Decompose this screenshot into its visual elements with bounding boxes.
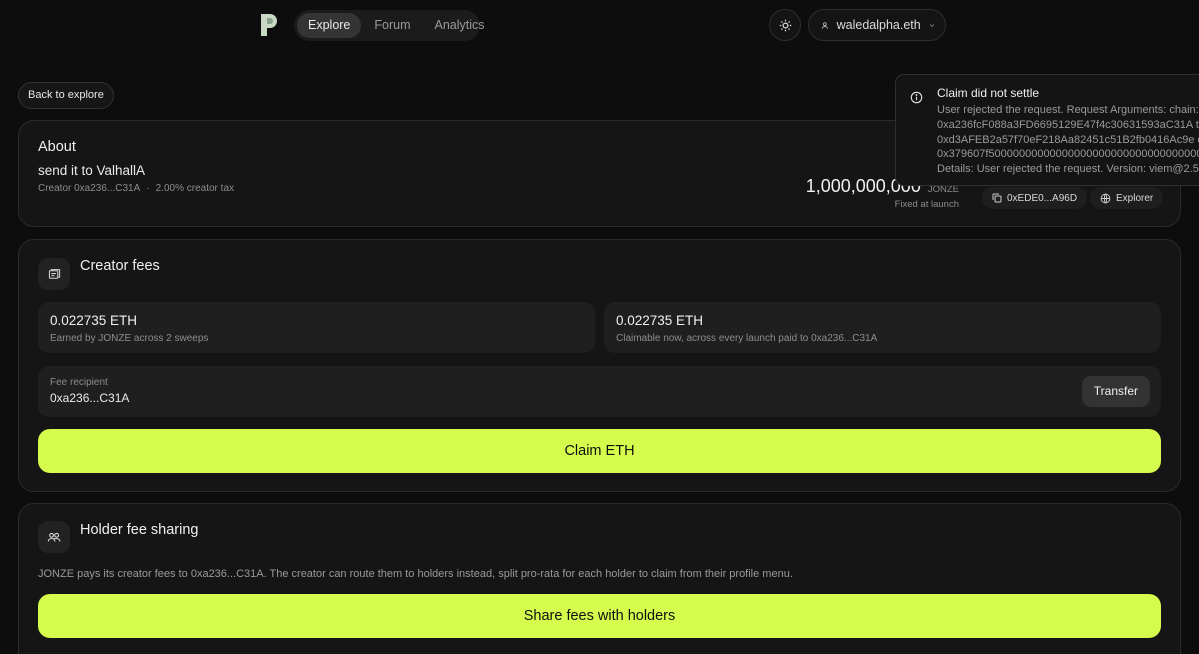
wallet-menu-button[interactable]: waledalpha.eth	[808, 9, 946, 41]
toast-title: Claim did not settle	[937, 86, 1040, 100]
about-title: About	[38, 139, 76, 155]
users-icon	[38, 521, 70, 553]
wallet-icon	[38, 258, 70, 290]
creator-tax: 2.00% creator tax	[155, 183, 234, 194]
toast-line: User rejected the request. Request Argum…	[937, 104, 1199, 116]
holder-sharing-description: JONZE pays its creator fees to 0xa236...…	[38, 568, 793, 580]
creator-address: Creator 0xa236...C31A	[38, 183, 141, 194]
toast-message: User rejected the request. Request Argum…	[937, 103, 1199, 177]
logo-icon[interactable]	[258, 12, 280, 38]
claimable-subtitle: Claimable now, across every launch paid …	[616, 333, 878, 344]
claimable-value: 0.022735 ETH	[616, 313, 704, 328]
earned-fees-panel: 0.022735 ETH Earned by JONZE across 2 sw…	[38, 302, 595, 353]
token-description: send it to ValhallA	[38, 163, 146, 178]
contract-address: 0xEDE0...A96D	[1007, 192, 1078, 204]
sun-icon	[779, 19, 791, 31]
top-bar: Explore Forum Analytics waledalpha.eth	[0, 0, 1199, 50]
nav-analytics[interactable]: Analytics	[424, 13, 496, 38]
toast-line: 0x379607f5000000000000000000000000000000…	[937, 148, 1199, 161]
error-toast[interactable]: Claim did not settle User rejected the r…	[895, 74, 1199, 186]
claimable-fees-panel: 0.022735 ETH Claimable now, across every…	[604, 302, 1161, 353]
creator-fees-title: Creator fees	[80, 258, 160, 274]
creator-fees-card: Creator fees 0.022735 ETH Earned by JONZ…	[18, 239, 1181, 492]
explorer-label: Explorer	[1116, 192, 1154, 204]
holder-fee-sharing-card: Holder fee sharing JONZE pays its creato…	[18, 503, 1181, 654]
copy-icon	[992, 193, 1002, 203]
share-fees-button[interactable]: Share fees with holders	[38, 594, 1161, 638]
fee-recipient-panel: Fee recipient 0xa236...C31A Transfer	[38, 366, 1161, 417]
main-nav: Explore Forum Analytics	[294, 10, 485, 41]
info-icon	[910, 91, 923, 104]
user-icon	[821, 21, 828, 29]
wallet-name: waledalpha.eth	[836, 18, 921, 32]
earned-value: 0.022735 ETH	[50, 313, 138, 328]
chevron-down-icon	[929, 23, 935, 27]
globe-icon	[1100, 193, 1111, 203]
toast-line: Details: User rejected the request. Vers…	[937, 163, 1199, 176]
theme-toggle-button[interactable]	[769, 9, 801, 41]
creator-meta: Creator 0xa236...C31A · 2.00% creator tax	[38, 183, 234, 194]
explorer-button[interactable]: Explorer	[1090, 187, 1164, 209]
nav-forum[interactable]: Forum	[363, 13, 421, 38]
copy-contract-button[interactable]: 0xEDE0...A96D	[982, 187, 1088, 209]
supply-subtitle: Fixed at launch	[894, 199, 959, 210]
earned-subtitle: Earned by JONZE across 2 sweeps	[50, 333, 209, 344]
claim-eth-button[interactable]: Claim ETH	[38, 429, 1161, 473]
toast-line: 0xa236fcF088a3FD6695129E47f4c30631593aC3…	[937, 118, 1199, 131]
transfer-button[interactable]: Transfer	[1081, 376, 1150, 407]
toast-line: 0xd3AFEB2a57f70eF218Aa82451c51B2fb0416Ac…	[937, 133, 1199, 146]
holder-fee-sharing-title: Holder fee sharing	[80, 522, 199, 538]
nav-explore[interactable]: Explore	[297, 13, 362, 38]
fee-recipient-label: Fee recipient	[50, 377, 108, 388]
fee-recipient-address: 0xa236...C31A	[50, 391, 130, 405]
back-to-explore-button[interactable]: Back to explore	[18, 82, 114, 109]
